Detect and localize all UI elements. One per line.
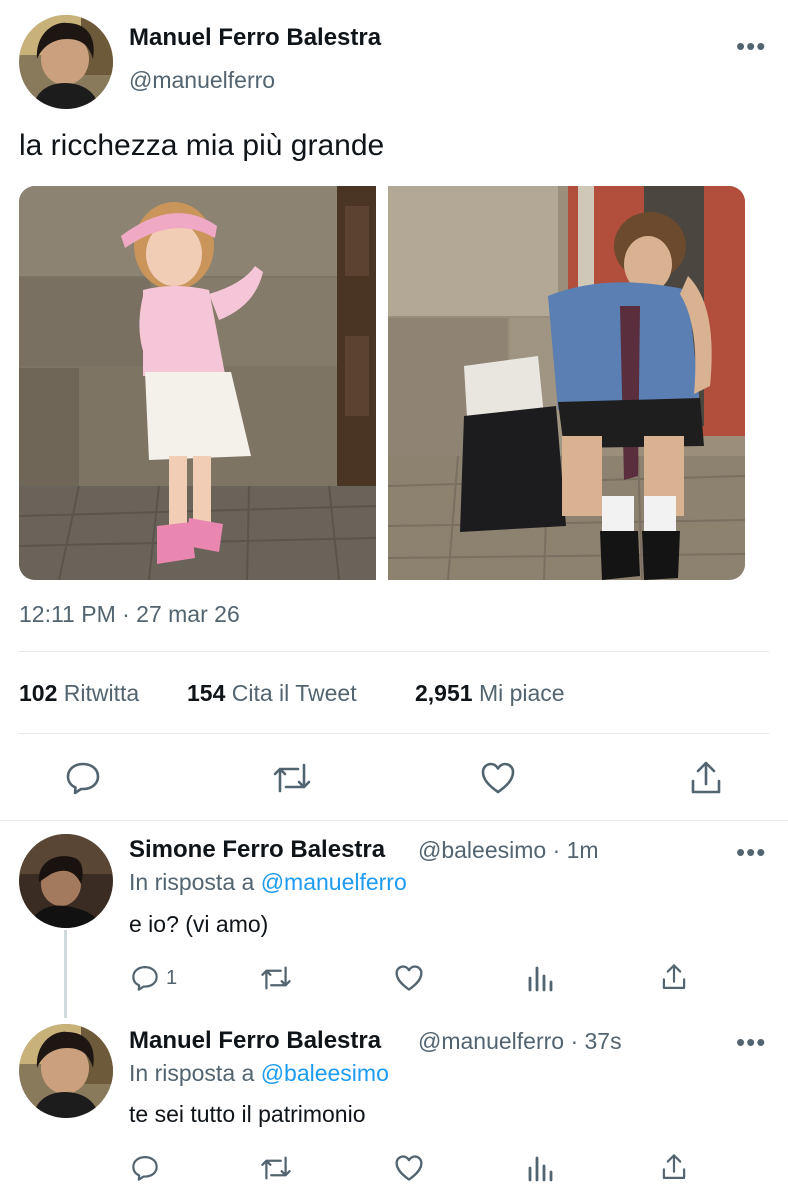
like-icon[interactable] [394, 964, 424, 992]
author-avatar[interactable] [19, 15, 113, 109]
more-options-icon[interactable]: ••• [736, 1029, 766, 1055]
reply-author-name[interactable]: Simone Ferro Balestra [129, 836, 385, 864]
analytics-icon[interactable] [528, 1154, 554, 1182]
reply-text: e io? (vi amo) [129, 911, 269, 937]
reply-icon[interactable] [131, 964, 159, 992]
thread-line [64, 930, 67, 1018]
reply-text: te sei tutto il patrimonio [129, 1101, 366, 1127]
tweet-text: la ricchezza mia più grande [19, 129, 385, 162]
retweets-count: 102 [19, 680, 58, 706]
reply-to-mention[interactable]: @baleesimo [261, 1060, 389, 1086]
reply-author-meta[interactable]: @manuelferro · 37s [418, 1027, 622, 1055]
quotes-count: 154 [187, 680, 226, 706]
likes-count: 2,951 [415, 680, 473, 706]
retweet-icon[interactable] [260, 1154, 292, 1182]
reply-author-name[interactable]: Manuel Ferro Balestra [129, 1027, 381, 1055]
reply-avatar[interactable] [19, 1024, 113, 1118]
divider [19, 651, 769, 652]
reply-to-label: In risposta a [129, 869, 255, 895]
more-options-icon[interactable]: ••• [736, 839, 766, 865]
tweet-photo-boy[interactable] [388, 186, 745, 580]
like-icon[interactable] [480, 761, 516, 795]
divider [0, 820, 788, 821]
author-name[interactable]: Manuel Ferro Balestra [129, 24, 381, 52]
reply-author-meta[interactable]: @baleesimo · 1m [418, 836, 599, 864]
reply-to-line: In risposta a @baleesimo [129, 1059, 389, 1087]
like-icon[interactable] [394, 1154, 424, 1182]
more-options-icon[interactable]: ••• [736, 33, 766, 59]
retweets-stat[interactable]: 102 Ritwitta [19, 679, 139, 707]
quotes-stat[interactable]: 154 Cita il Tweet [187, 679, 357, 707]
share-icon[interactable] [660, 1153, 688, 1181]
tweet-timestamp[interactable]: 12:11 PM · 27 mar 26 [19, 600, 240, 628]
likes-stat[interactable]: 2,951 Mi piace [415, 679, 565, 707]
retweets-label: Ritwitta [63, 680, 140, 706]
reply-to-line: In risposta a @manuelferro [129, 868, 407, 896]
share-icon[interactable] [660, 963, 688, 991]
share-icon[interactable] [688, 760, 724, 796]
retweet-icon[interactable] [260, 964, 292, 992]
reply-avatar[interactable] [19, 834, 113, 928]
author-handle[interactable]: @manuelferro [129, 66, 275, 94]
reply-to-mention[interactable]: @manuelferro [261, 869, 407, 895]
divider [19, 733, 769, 734]
reply-count: 1 [166, 967, 178, 989]
reply-icon[interactable] [131, 1154, 159, 1182]
quotes-label: Cita il Tweet [231, 680, 357, 706]
likes-label: Mi piace [478, 680, 565, 706]
reply-icon[interactable] [65, 761, 101, 795]
reply-to-label: In risposta a [129, 1060, 255, 1086]
tweet-photo-girl[interactable] [19, 186, 376, 580]
analytics-icon[interactable] [528, 964, 554, 992]
retweet-icon[interactable] [272, 761, 312, 795]
